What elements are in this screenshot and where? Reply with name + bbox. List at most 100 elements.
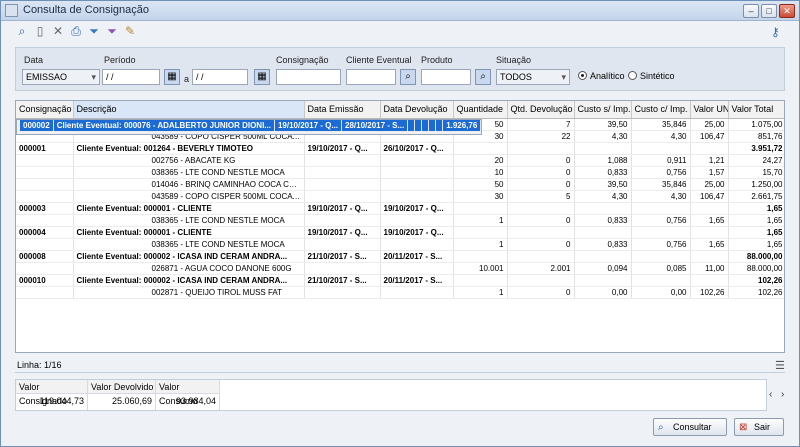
table-cell [380,154,454,167]
table-cell: 102,26 [728,274,784,287]
filter-clear-icon[interactable]: ⏷ [105,24,119,38]
sair-button[interactable]: ⊠ Sair [734,418,784,436]
periodo-end-input[interactable]: / / [192,69,248,85]
table-cell [304,166,381,179]
chevron-right-icon[interactable]: › [781,389,784,400]
table-cell: 000001 [16,142,74,155]
search-icon: ⌕ [658,422,664,433]
table-cell: 0 [507,178,575,191]
column-header[interactable]: Descrição [73,101,305,119]
table-cell: 1,65 [728,202,784,215]
column-header[interactable]: Valor Total [728,101,784,119]
title-bar: Consulta de Consignação – □ ✕ [1,1,799,21]
search-icon[interactable]: ⌕ [15,24,29,38]
analitico-radio[interactable]: Analítico [578,71,625,81]
sintetico-radio[interactable]: Sintético [628,71,675,81]
table-cell: 19/10/2017 - Q... [304,142,381,155]
search-icon[interactable]: ⌕ [400,69,416,85]
table-cell [16,166,74,179]
filter-icon[interactable]: ⏷ [87,24,101,38]
chevron-left-icon[interactable]: ‹ [769,389,772,400]
table-cell: 20/11/2017 - S... [380,250,454,263]
item-row[interactable]: 043589 - COPO CISPER 500ML COCA COLA 30 5 4… [16,190,784,203]
table-cell: 014046 - BRINQ CAMINHAO COCA COLA [73,178,305,191]
situacao-select[interactable]: TODOS ▾ [496,69,570,85]
search-icon[interactable]: ⌕ [475,69,491,85]
table-cell: 0,756 [631,166,691,179]
column-header[interactable]: Custo s/ Imp. [574,101,632,119]
edit-icon[interactable]: ✎ [123,24,137,38]
item-row[interactable]: 038365 - LTE COND NESTLE MOCA 1 0 0,833 0,75… [16,238,784,251]
table-cell: Cliente Eventual: 000001 - CLIENTE [73,226,305,239]
table-cell: 000010 [16,274,74,287]
table-cell: 20 [453,154,508,167]
print-preview-icon[interactable]: ⎙ [69,24,83,38]
consignment-grid[interactable]: Consignação Descrição Data Emissão Data Dev… [15,100,785,353]
consignment-row[interactable]: 000008 Cliente Eventual: 000002 - ICASA I… [16,250,784,263]
table-cell [380,178,454,191]
consignment-row[interactable]: 000010 Cliente Eventual: 000002 - ICASA I… [16,274,784,287]
table-cell [453,274,508,287]
table-cell: 0,756 [631,214,691,227]
column-header[interactable]: Data Emissão [304,101,381,119]
delete-icon[interactable]: ✕ [51,24,65,38]
column-header[interactable]: Quantidade [453,101,508,119]
consignment-row[interactable]: 000001 Cliente Eventual: 001264 - BEVERLY… [16,142,784,155]
consignacao-input[interactable] [276,69,341,85]
minimize-button[interactable]: – [743,4,759,18]
table-cell: 0,00 [631,286,691,299]
table-cell: 002871 - QUEIJO TIROL MUSS FAT [73,286,305,299]
item-row[interactable]: 002871 - QUEIJO TIROL MUSS FAT 1 0 0,00 0,00… [16,286,784,299]
table-cell: Cliente Eventual: 001264 - BEVERLY TIMOT… [73,142,305,155]
item-row[interactable]: 026871 - AGUA COCO DANONE 600G 10.001 2.00… [16,262,784,275]
consignment-row[interactable]: 000003 Cliente Eventual: 000001 - CLIENTE… [16,202,784,215]
table-cell [453,142,508,155]
table-cell [574,226,632,239]
table-cell: 1,65 [690,238,729,251]
table-cell [16,262,74,275]
key-icon[interactable]: ⚷ [771,25,785,39]
radio-dot [578,71,587,80]
cliente-input[interactable] [346,69,396,85]
column-header[interactable]: Custo c/ Imp. [631,101,691,119]
table-cell [16,214,74,227]
menu-icon[interactable]: ☰ [775,359,785,372]
produto-input[interactable] [421,69,471,85]
table-cell: 106,47 [690,190,729,203]
close-button[interactable]: ✕ [779,4,795,18]
table-cell: 4,30 [631,130,691,143]
item-row[interactable]: 014046 - BRINQ CAMINHAO COCA COLA 50 0 39,5… [16,178,784,191]
column-header[interactable]: Qtd. Devolução [507,101,575,119]
table-cell: 4,30 [574,190,632,203]
table-cell: 1,65 [728,238,784,251]
calendar-icon[interactable]: ▦ [164,69,180,85]
maximize-button[interactable]: □ [761,4,777,18]
consignment-row[interactable]: 000002 Cliente Eventual: 000076 - ADALBER… [16,118,483,135]
item-row[interactable]: 038365 - LTE COND NESTLE MOCA 10 0 0,833 0,7… [16,166,784,179]
total-consignado: Valor Consignado 119.044,73 [16,380,88,410]
table-cell: 038365 - LTE COND NESTLE MOCA [73,166,305,179]
column-header[interactable]: Consignação [16,101,74,119]
data-select[interactable]: EMISSAO ▾ [22,69,100,85]
column-header[interactable]: Data Devolução [380,101,454,119]
table-cell: 39,50 [574,118,632,131]
consultar-button[interactable]: ⌕ Consultar [653,418,727,436]
table-cell [574,202,632,215]
table-cell: 88.000,00 [728,262,784,275]
table-cell: Cliente Eventual: 000001 - CLIENTE [73,202,305,215]
item-row[interactable]: 038365 - LTE COND NESTLE MOCA 1 0 0,833 0,75… [16,214,784,227]
table-cell: 0,833 [574,238,632,251]
calendar-icon[interactable]: ▦ [254,69,270,85]
column-header[interactable]: Valor UN [690,101,729,119]
table-cell: 038365 - LTE COND NESTLE MOCA [73,214,305,227]
new-document-icon[interactable]: ▯ [33,24,47,38]
table-cell [16,238,74,251]
table-cell [507,142,575,155]
item-row[interactable]: 002756 - ABACATE KG 20 0 1,088 0,911 1,21 24,2… [16,154,784,167]
consignment-row[interactable]: 000004 Cliente Eventual: 000001 - CLIENTE… [16,226,784,239]
table-cell [631,274,691,287]
situacao-select-value: TODOS [500,72,532,82]
filter-panel: Data EMISSAO ▾ Período / / ▦ a / / ▦ Con… [15,47,785,91]
periodo-start-input[interactable]: / / [102,69,160,85]
consignment-window: Consulta de Consignação – □ ✕ ⌕ ▯ ✕ ⎙ ⏷ … [0,0,800,447]
